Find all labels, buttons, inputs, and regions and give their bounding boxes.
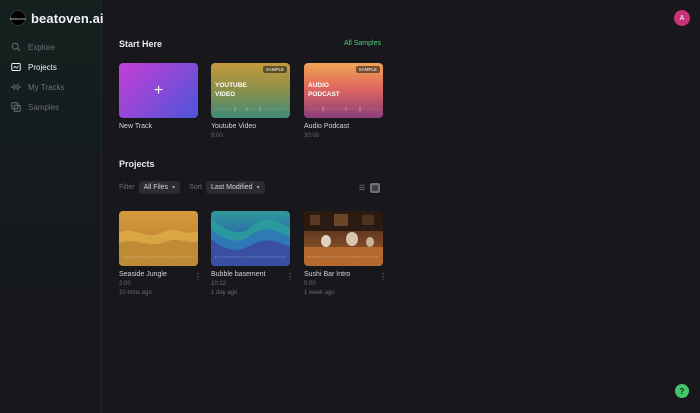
sort-select[interactable]: Last Modified ▾: [205, 181, 265, 194]
card-title: Youtube Video: [211, 123, 257, 130]
wave-pattern-graphic: [211, 219, 290, 266]
all-samples-link[interactable]: All Samples: [344, 40, 381, 47]
card-modified: 10 mins ago: [119, 290, 152, 296]
search-icon: [10, 41, 22, 53]
sidebar: beatoven beatoven.ai Explore Projects My…: [0, 0, 104, 413]
start-here-title: Start Here: [119, 39, 163, 49]
youtube-video-card[interactable]: SAMPLE YOUTUBE VIDEO Youtube Video 9:00: [211, 63, 290, 139]
sidebar-item-my-tracks[interactable]: My Tracks: [10, 77, 98, 97]
filter-select[interactable]: All Files ▾: [138, 181, 181, 194]
restaurant-photo-graphic: [304, 211, 383, 266]
user-avatar[interactable]: A: [674, 10, 690, 26]
card-duration: 5:00: [304, 281, 316, 287]
card-title: Sushi Bar Intro: [304, 271, 351, 278]
logo[interactable]: beatoven beatoven.ai: [10, 10, 104, 26]
card-title: Seaside Jungle: [119, 271, 167, 278]
card-duration: 30:00: [304, 133, 320, 139]
chevron-down-icon: ▾: [256, 185, 260, 191]
card-duration: 2:00: [119, 281, 131, 287]
thumbnail-label: AUDIO PODCAST: [308, 82, 340, 98]
sort-value: Last Modified: [210, 184, 253, 191]
card-modified: 1 week ago: [304, 290, 335, 296]
sidebar-item-projects[interactable]: Projects: [10, 57, 98, 77]
sample-badge: SAMPLE: [262, 66, 287, 73]
sidebar-item-label: My Tracks: [28, 82, 65, 92]
youtube-video-thumbnail[interactable]: SAMPLE YOUTUBE VIDEO: [211, 63, 290, 118]
new-track-thumbnail[interactable]: +: [119, 63, 198, 118]
card-duration: 10:12: [211, 281, 227, 287]
waveform-graphic: [215, 106, 286, 112]
sidebar-item-label: Samples: [28, 102, 60, 112]
filter-label: Filter: [119, 184, 135, 191]
help-button[interactable]: ?: [675, 384, 689, 398]
project-thumbnail[interactable]: [211, 211, 290, 266]
app-name: beatoven.ai: [31, 10, 104, 26]
more-options-icon[interactable]: ⋮: [379, 272, 387, 281]
filter-row: Filter All Files ▾ Sort Last Modified ▾: [119, 181, 274, 194]
card-title: New Track: [119, 123, 153, 130]
logo-mark-icon: beatoven: [10, 10, 26, 26]
card-title: Bubble basement: [211, 271, 266, 278]
waveform-icon: [10, 81, 22, 93]
view-toggle: ☰ ▦: [354, 183, 380, 193]
list-view-icon[interactable]: ☰: [357, 183, 367, 193]
projects-icon: [10, 61, 22, 73]
sidebar-item-label: Projects: [28, 62, 57, 72]
more-options-icon[interactable]: ⋮: [194, 272, 202, 281]
project-card-sushi-bar-intro[interactable]: ⋮ Sushi Bar Intro 5:00 1 week ago: [304, 211, 387, 296]
projects-title: Projects: [119, 159, 155, 169]
project-thumbnail[interactable]: [304, 211, 383, 266]
sidebar-item-explore[interactable]: Explore: [10, 37, 98, 57]
thumbnail-label: YOUTUBE VIDEO: [215, 82, 247, 98]
grid-view-icon[interactable]: ▦: [370, 183, 380, 193]
new-track-card[interactable]: + New Track: [119, 63, 198, 130]
project-thumbnail[interactable]: [119, 211, 198, 266]
sidebar-nav: Explore Projects My Tracks Samples: [10, 37, 98, 117]
sample-badge: SAMPLE: [355, 66, 380, 73]
samples-icon: [10, 101, 22, 113]
plus-icon: +: [153, 81, 164, 99]
project-card-seaside-jungle[interactable]: ⋮ Seaside Jungle 2:00 10 mins ago: [119, 211, 202, 296]
card-duration: 9:00: [211, 133, 223, 139]
sort-label: Sort: [189, 184, 202, 191]
project-card-bubble-basement[interactable]: ⋮ Bubble basement 10:12 1 day ago: [211, 211, 294, 296]
card-title: Audio Podcast: [304, 123, 350, 130]
waveform-graphic: [308, 106, 379, 112]
sidebar-item-label: Explore: [28, 42, 56, 52]
chevron-down-icon: ▾: [172, 185, 176, 191]
audio-podcast-thumbnail[interactable]: SAMPLE AUDIO PODCAST: [304, 63, 383, 118]
card-modified: 1 day ago: [211, 290, 238, 296]
sidebar-item-samples[interactable]: Samples: [10, 97, 98, 117]
wave-pattern-graphic: [119, 230, 198, 266]
more-options-icon[interactable]: ⋮: [286, 272, 294, 281]
filter-value: All Files: [143, 184, 169, 191]
audio-podcast-card[interactable]: SAMPLE AUDIO PODCAST Audio Podcast 30:00: [304, 63, 383, 139]
